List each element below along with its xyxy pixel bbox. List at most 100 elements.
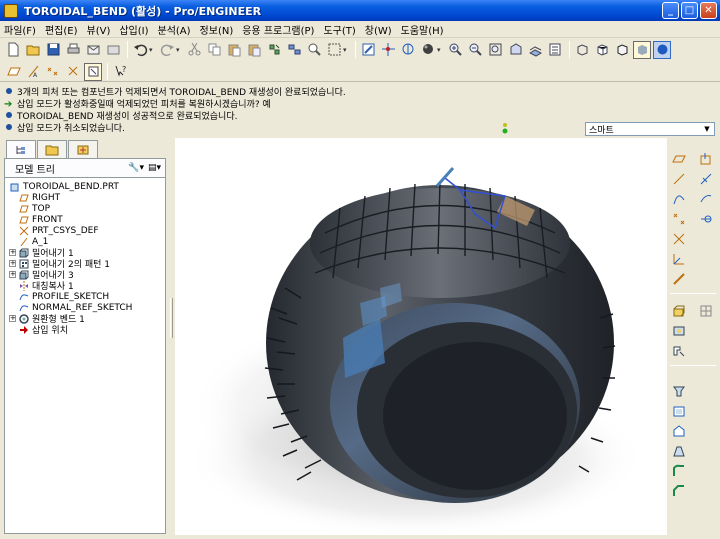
tree-item-part[interactable]: TOROIDAL_BEND.PRT: [9, 181, 119, 192]
tree-icon: [16, 146, 25, 154]
menu-insert[interactable]: 삽입(I): [119, 22, 148, 37]
hole-tool-icon[interactable]: [671, 383, 687, 399]
tree-item-top[interactable]: TOP: [18, 203, 50, 214]
datum-axis-line-icon[interactable]: [671, 171, 687, 187]
sweep-tool-icon[interactable]: [671, 343, 687, 359]
menu-tools[interactable]: 도구(T): [323, 22, 355, 37]
zoom-out-icon[interactable]: [466, 41, 484, 59]
part-icon: [9, 182, 20, 192]
new-icon[interactable]: [4, 41, 22, 59]
copy-icon[interactable]: [205, 41, 223, 59]
print-icon[interactable]: [64, 41, 82, 59]
chamfer-tool-icon[interactable]: [671, 483, 687, 499]
layers-icon[interactable]: [546, 41, 564, 59]
round-tool-icon[interactable]: [671, 463, 687, 479]
tree-settings-icon[interactable]: 🔧▾: [128, 163, 144, 173]
tree-columns-icon[interactable]: ▤▾: [148, 163, 161, 173]
datum-analysis-icon[interactable]: [671, 271, 687, 287]
regen-manager-icon[interactable]: [285, 41, 303, 59]
paste-icon[interactable]: [225, 41, 243, 59]
context-help-icon[interactable]: ?: [111, 63, 129, 81]
minimize-button[interactable]: _: [662, 2, 679, 19]
sketch-curve-icon[interactable]: [698, 191, 714, 207]
datum-point-tool-icon[interactable]: [671, 211, 687, 227]
datum-point-toggle-icon[interactable]: [44, 63, 62, 81]
draft-tool-icon[interactable]: [671, 443, 687, 459]
open-icon[interactable]: [24, 41, 42, 59]
no-hidden-icon[interactable]: [613, 41, 631, 59]
graphics-window[interactable]: [175, 138, 667, 535]
menu-edit[interactable]: 편집(E): [45, 22, 78, 37]
csys-toggle-icon[interactable]: [64, 63, 82, 81]
csys-tool-icon[interactable]: [671, 231, 687, 247]
refit-icon[interactable]: [486, 41, 504, 59]
menu-view[interactable]: 뷰(V): [87, 22, 111, 37]
cut-icon[interactable]: [185, 41, 203, 59]
datum-curve-tool-icon[interactable]: [698, 171, 714, 187]
menu-file[interactable]: 파일(F): [4, 22, 36, 37]
menu-info[interactable]: 정보(N): [200, 22, 234, 37]
save-icon[interactable]: [44, 41, 62, 59]
saved-views-icon[interactable]: [526, 41, 544, 59]
model-display-icon[interactable]: [653, 40, 671, 59]
revolve-tool-icon[interactable]: [671, 323, 687, 339]
prompt-arrow-icon: ➔: [4, 98, 13, 110]
datum-plane-toggle-icon[interactable]: [4, 63, 22, 81]
expand-icon[interactable]: +: [9, 315, 16, 322]
datum-csys-icon[interactable]: [671, 251, 687, 267]
email-icon[interactable]: [84, 41, 102, 59]
regenerate-icon[interactable]: [265, 41, 283, 59]
menu-window[interactable]: 창(W): [365, 22, 392, 37]
annotation-toggle-icon[interactable]: [84, 62, 102, 81]
message-line: ➔ 삽입 모드가 활성화중일때 억제되었던 피처를 복원하시겠습니까? 예: [4, 98, 271, 110]
rib-tool-icon[interactable]: [671, 423, 687, 439]
menu-applications[interactable]: 응용 프로그램(P): [242, 22, 314, 37]
hidden-line-icon[interactable]: [593, 41, 611, 59]
grid-tool-icon[interactable]: [698, 303, 714, 319]
datum-plane-tool-icon[interactable]: [671, 151, 687, 167]
tree-item-front[interactable]: FRONT: [18, 214, 63, 225]
chevron-down-icon[interactable]: ▼: [701, 124, 713, 134]
redo-icon[interactable]: [158, 41, 176, 59]
undo-icon[interactable]: [131, 41, 149, 59]
shell-tool-icon[interactable]: [671, 403, 687, 419]
paste-special-icon[interactable]: [245, 41, 263, 59]
mirror-icon: [18, 280, 29, 291]
tree-item-profile-sketch[interactable]: PROFILE_SKETCH: [18, 291, 109, 302]
email-link-icon[interactable]: [104, 41, 122, 59]
select-box-icon[interactable]: [325, 41, 343, 59]
find-icon[interactable]: [305, 41, 323, 59]
csys-icon: [18, 226, 29, 236]
expand-icon[interactable]: +: [9, 249, 16, 256]
zoom-in-icon[interactable]: [446, 41, 464, 59]
expand-icon[interactable]: +: [9, 271, 16, 278]
datum-axis-tool-icon[interactable]: [698, 151, 714, 167]
tab-folder-browser[interactable]: [37, 140, 67, 158]
tree-item-insert-here[interactable]: 삽입 위치: [18, 324, 68, 336]
expand-icon[interactable]: +: [9, 260, 16, 267]
wireframe-icon[interactable]: [573, 41, 591, 59]
datum-axis-toggle-icon[interactable]: A: [24, 63, 42, 81]
repaint-icon[interactable]: [359, 41, 377, 59]
tab-favorites[interactable]: [68, 140, 98, 158]
tree-item-csys[interactable]: PRT_CSYS_DEF: [18, 225, 99, 236]
pattern-icon: [18, 259, 29, 269]
status-light-icon: [502, 123, 508, 134]
orient-icon[interactable]: [399, 41, 417, 59]
filter-dropdown[interactable]: 스마트 ▼: [585, 122, 715, 136]
reorient-icon[interactable]: [506, 41, 524, 59]
panel-splitter[interactable]: [168, 138, 175, 535]
sketch-tool-icon[interactable]: [671, 191, 687, 207]
menu-analysis[interactable]: 분석(A): [158, 22, 191, 37]
menu-help[interactable]: 도움말(H): [401, 22, 444, 37]
shading-icon[interactable]: [633, 40, 651, 59]
extrude-tool-icon[interactable]: [671, 303, 687, 319]
analysis-tool-icon[interactable]: [698, 211, 714, 227]
spin-center-icon[interactable]: [379, 41, 397, 59]
tab-model-tree[interactable]: [6, 140, 36, 159]
close-button[interactable]: ✕: [700, 2, 717, 19]
maximize-button[interactable]: □: [681, 2, 698, 19]
tree-item-right[interactable]: RIGHT: [18, 192, 60, 203]
tree-item-mirror[interactable]: 대칭복사 1: [18, 280, 74, 292]
appearance-icon[interactable]: [419, 41, 437, 59]
